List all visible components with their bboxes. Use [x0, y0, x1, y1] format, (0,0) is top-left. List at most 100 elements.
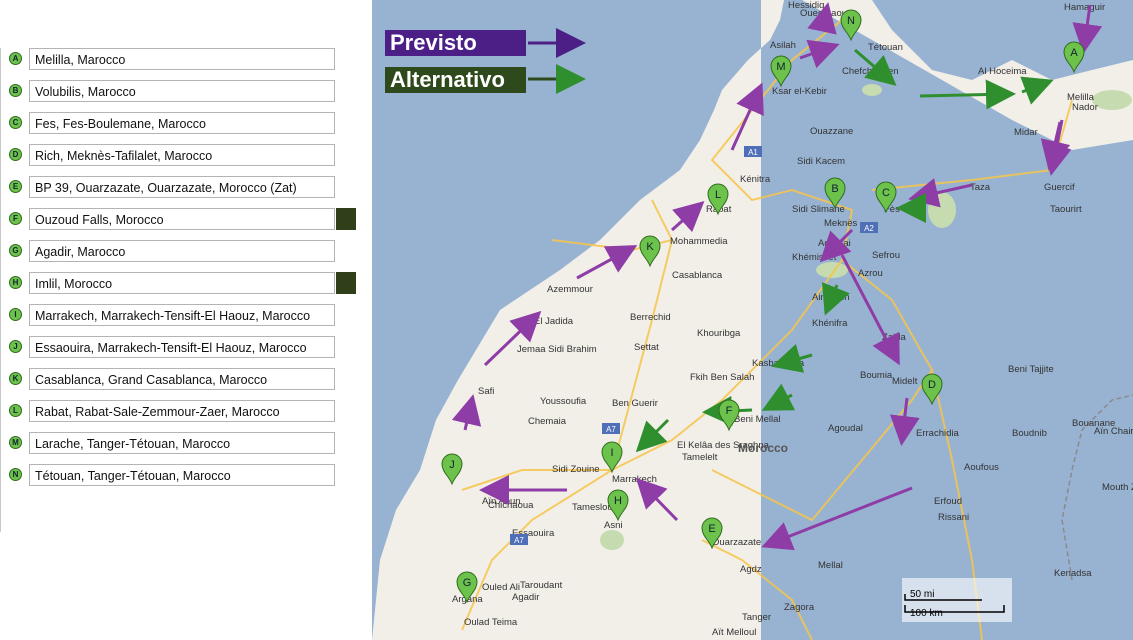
- place-label: Casablanca: [672, 270, 723, 281]
- place-label: Sidi Kacem: [797, 156, 845, 167]
- place-label: Settat: [634, 342, 659, 353]
- map-canvas[interactable]: MelillaNadorAl HoceimaTétouanChefchaouen…: [372, 0, 1133, 640]
- place-label: Ouazzane: [810, 126, 853, 137]
- place-label: Ouarzazate: [712, 537, 761, 548]
- waypoint-input[interactable]: Agadir, Marocco: [29, 240, 335, 262]
- waypoint-input[interactable]: BP 39, Ouarzazate, Ouarzazate, Morocco (…: [29, 176, 335, 198]
- place-label: Mouth Zkid: [1102, 482, 1133, 493]
- svg-text:A7: A7: [606, 425, 616, 434]
- svg-text:C: C: [882, 187, 890, 199]
- place-label: Sidi Slimane: [792, 204, 845, 215]
- place-label: Asilah: [770, 40, 796, 51]
- place-label: Mellal: [818, 560, 843, 571]
- road-shield: A7: [602, 423, 620, 434]
- svg-text:A7: A7: [514, 536, 524, 545]
- svg-text:E: E: [708, 523, 715, 535]
- svg-text:G: G: [463, 577, 472, 589]
- map-view[interactable]: Melilla Nador Al Hoceima Tétouan Chefchaouen…: [372, 0, 1133, 640]
- panel-divider: [0, 48, 1, 532]
- waypoint-panel: A Melilla, Marocco B Volubilis, Marocco C Fes…: [0, 0, 372, 640]
- waypoint-input[interactable]: Fes, Fes-Boulemane, Marocco: [29, 112, 335, 134]
- place-label: Azemmour: [547, 284, 593, 295]
- waypoint-marker-icon: F: [9, 212, 22, 225]
- alternative-route-arrow: [919, 79, 1016, 110]
- place-label: Zagora: [784, 602, 815, 613]
- waypoint-input[interactable]: Larache, Tanger-Tétouan, Marocco: [29, 432, 335, 454]
- map-pin-a[interactable]: A: [1063, 41, 1085, 74]
- waypoint-input[interactable]: Marrakech, Marrakech-Tensift-El Haouz, M…: [29, 304, 335, 326]
- place-label: Tamelelt: [682, 452, 718, 463]
- place-label: Kénitra: [740, 174, 771, 185]
- alternative-flag: [336, 272, 356, 294]
- place-label: Khouribga: [697, 328, 741, 339]
- waypoint-marker-icon: E: [9, 180, 22, 193]
- place-label: Erfoud: [934, 496, 962, 507]
- place-label: Guercif: [1044, 182, 1075, 193]
- place-label: Midelt: [892, 376, 918, 387]
- alternative-route-arrow: [761, 383, 796, 411]
- svg-text:A2: A2: [864, 224, 874, 233]
- place-label: Errachidia: [916, 428, 959, 439]
- waypoint-input[interactable]: Rabat, Rabat-Sale-Zemmour-Zaer, Marocco: [29, 400, 335, 422]
- place-label: Boumia: [860, 370, 893, 381]
- place-label: Aïn Chair: [1094, 426, 1133, 437]
- waypoint-marker-icon: B: [9, 84, 22, 97]
- place-label: Kenadsa: [1054, 568, 1092, 579]
- waypoint-input[interactable]: Essaouira, Marrakech-Tensift-El Haouz, M…: [29, 336, 335, 358]
- road-shield: A7: [510, 534, 528, 545]
- place-label: Marrakech: [612, 474, 657, 485]
- waypoint-marker-icon: N: [9, 468, 22, 481]
- map-pin-n[interactable]: N: [840, 9, 862, 42]
- svg-text:A1: A1: [748, 148, 758, 157]
- place-label: Tanger: [742, 612, 771, 623]
- scale-label: 100 km: [910, 608, 943, 619]
- waypoint-marker-icon: K: [9, 372, 22, 385]
- waypoint-input[interactable]: Tétouan, Tanger-Tétouan, Marocco: [29, 464, 335, 486]
- place-label: El Jadida: [534, 316, 574, 327]
- waypoint-input[interactable]: Volubilis, Marocco: [29, 80, 335, 102]
- place-label: Midar: [1014, 127, 1038, 138]
- svg-text:K: K: [646, 241, 654, 253]
- place-label: Azrou: [858, 268, 883, 279]
- waypoint-marker-icon: G: [9, 244, 22, 257]
- svg-text:J: J: [449, 459, 455, 471]
- place-label: Agoudal: [828, 423, 863, 434]
- place-label: Ksar el-Kebir: [772, 86, 827, 97]
- place-label: Beni Mellal: [734, 414, 780, 425]
- place-label: Fkih Ben Salah: [690, 372, 754, 383]
- waypoint-marker-icon: C: [9, 116, 22, 129]
- waypoint-marker-icon: D: [9, 148, 22, 161]
- place-label: Nador: [1072, 102, 1098, 113]
- place-label: Meknès: [824, 218, 858, 229]
- place-label: Ben Guerir: [612, 398, 658, 409]
- place-label: Rissani: [938, 512, 969, 523]
- place-label: Safi: [478, 386, 494, 397]
- place-label: Taroudant: [520, 580, 563, 591]
- place-label: Sidi Zouine: [552, 464, 600, 475]
- waypoint-input[interactable]: Casablanca, Grand Casablanca, Marocco: [29, 368, 335, 390]
- legend-planned: Previsto: [385, 30, 526, 56]
- waypoint-input[interactable]: Imlil, Morocco: [29, 272, 335, 294]
- waypoint-marker-icon: A: [9, 52, 22, 65]
- place-label: Al Hoceima: [978, 66, 1027, 77]
- waypoint-input[interactable]: Melilla, Marocco: [29, 48, 335, 70]
- waypoint-input[interactable]: Ouzoud Falls, Morocco: [29, 208, 335, 230]
- place-label: Mohammedia: [670, 236, 728, 247]
- planned-route-arrow: [889, 397, 920, 446]
- svg-text:B: B: [831, 183, 838, 195]
- place-label: Youssoufia: [540, 396, 587, 407]
- place-label: Agdz: [740, 564, 762, 575]
- svg-text:N: N: [847, 15, 855, 27]
- road-shield: A1: [744, 146, 762, 157]
- place-label: Chefchaouen: [842, 66, 899, 77]
- svg-text:L: L: [715, 189, 721, 201]
- planned-route-arrow: [761, 486, 913, 551]
- place-label: Sefrou: [872, 250, 900, 261]
- place-label: Agadir: [512, 592, 539, 603]
- svg-text:D: D: [928, 379, 936, 391]
- waypoint-marker-icon: H: [9, 276, 22, 289]
- place-label: Taourirt: [1050, 204, 1082, 215]
- waypoint-input[interactable]: Rich, Meknès-Tafilalet, Marocco: [29, 144, 335, 166]
- place-label: Aït Melloul: [712, 627, 756, 638]
- waypoint-marker-icon: J: [9, 340, 22, 353]
